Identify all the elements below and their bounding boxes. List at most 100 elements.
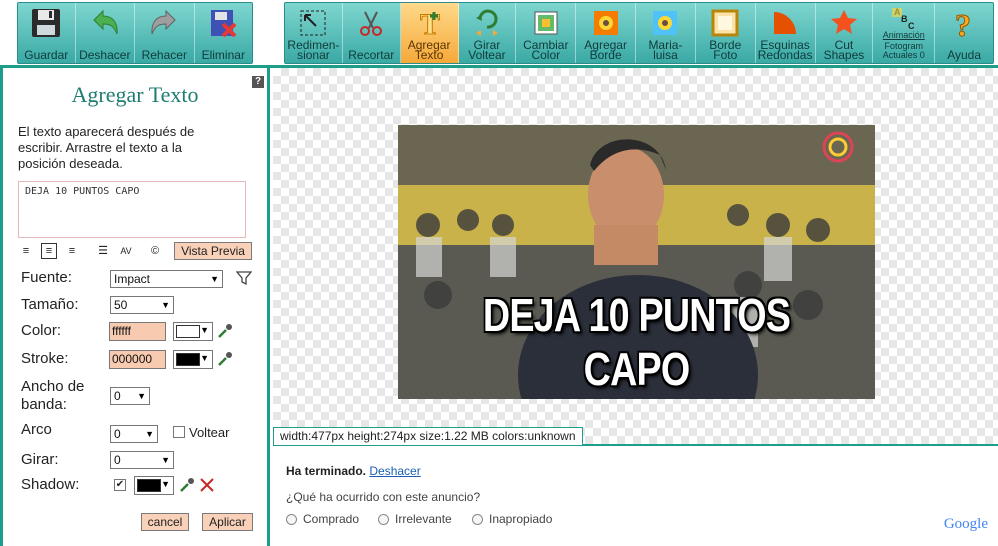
add-border-label: Agregar Borde [584, 38, 627, 62]
apply-button[interactable]: Aplicar [202, 513, 253, 531]
file-toolbar-group: Guardar Deshacer Rehacer Eliminar [17, 2, 253, 64]
panel-description: El texto aparecerá después de escribir. … [18, 124, 195, 171]
crop-tool-button[interactable]: Recortar [343, 3, 401, 63]
ad-option-irrelevant[interactable]: Irrelevante [378, 512, 452, 526]
text-input[interactable]: DEJA 10 PUNTOS CAPO [18, 181, 246, 238]
align-right-icon[interactable]: ≡ [64, 243, 80, 259]
ad-option-label: Irrelevante [395, 512, 452, 526]
cancel-button[interactable]: cancel [141, 513, 189, 531]
add-text-tool-button[interactable]: T Agregar Texto [400, 3, 459, 63]
shadow-checkbox[interactable]: ✔ [114, 479, 126, 491]
text-color-swatch-select[interactable]: ▼ [173, 322, 213, 341]
color-label: Color: [21, 322, 62, 339]
ad-option-label: Inapropiado [489, 512, 553, 526]
eyedropper-icon[interactable] [179, 477, 195, 493]
align-left-icon[interactable]: ≡ [18, 243, 34, 259]
text-color-hex-input[interactable]: ffffff [109, 322, 166, 341]
ad-option-label: Comprado [303, 512, 360, 526]
toolbar: Guardar Deshacer Rehacer Eliminar Redime… [0, 0, 998, 68]
redo-button[interactable]: Rehacer [135, 3, 195, 63]
passepartout-label: Maria- luisa [648, 38, 683, 62]
ad-option-inappropriate[interactable]: Inapropiado [472, 512, 552, 526]
copyright-icon[interactable]: © [147, 243, 163, 259]
svg-text:C: C [908, 21, 915, 30]
color-swatch [176, 353, 200, 366]
animation-abc-icon: A B C [891, 7, 915, 30]
rounded-corners-tool-button[interactable]: Esquinas Redondas [756, 3, 816, 63]
photo-border-tool-button[interactable]: Borde Foto [696, 3, 756, 63]
radio-button[interactable] [286, 513, 297, 525]
band-width-select[interactable]: 0 ▼ [110, 387, 150, 405]
delete-label: Eliminar [201, 48, 245, 62]
tools-toolbar-group: Redimen- sionar Recortar T Agregar Texto [284, 2, 994, 64]
animation-tool-button[interactable]: A B C Animación Fotogram Actuales 0 [873, 3, 936, 63]
delete-file-icon [211, 10, 237, 38]
resize-label: Redimen- sionar [287, 38, 340, 62]
stroke-color-swatch-select[interactable]: ▼ [173, 350, 213, 369]
ad-done-text: Ha terminado. Deshacer [286, 464, 421, 478]
chevron-down-icon: ▼ [137, 391, 146, 401]
redo-arrow-icon [151, 9, 176, 35]
svg-text:?: ? [955, 7, 971, 40]
add-border-tool-button[interactable]: Agregar Borde [576, 3, 637, 63]
color-swatch [176, 325, 200, 338]
eyedropper-icon[interactable] [217, 323, 233, 339]
chevron-down-icon: ▼ [145, 429, 154, 439]
chevron-down-icon: ▼ [200, 353, 209, 363]
color-palette-icon [534, 11, 558, 35]
meme-caption-text[interactable]: DEJA 10 PUNTOS CAPO [441, 288, 832, 396]
help-button[interactable]: ? Ayuda [935, 3, 993, 63]
save-button[interactable]: Guardar [18, 3, 76, 63]
cut-shapes-label: Cut Shapes [823, 38, 865, 62]
filter-funnel-icon[interactable] [236, 270, 252, 286]
google-logo-text: Google [943, 516, 988, 532]
shape-cut-icon [830, 10, 857, 34]
google-logo: Google [944, 516, 988, 533]
passepartout-tool-button[interactable]: Maria- luisa [636, 3, 696, 63]
shadow-color-swatch-select[interactable]: ▼ [134, 476, 174, 495]
image-canvas[interactable]: DEJA 10 PUNTOS CAPO width:477px height:2… [273, 68, 998, 446]
resize-tool-button[interactable]: Redimen- sionar [285, 3, 343, 63]
ad-question: ¿Qué ha ocurrido con este anuncio? [286, 490, 481, 504]
eyedropper-icon[interactable] [217, 351, 233, 367]
question-mark-icon: ? [955, 7, 972, 41]
size-select-value: 50 [114, 298, 128, 312]
chevron-down-icon: ▼ [161, 300, 170, 310]
arc-label: Arco [21, 421, 52, 438]
undo-arrow-icon [93, 9, 118, 35]
letter-spacing-icon[interactable]: AV [118, 243, 134, 259]
tools-icon[interactable] [199, 477, 215, 493]
change-color-tool-button[interactable]: Cambiar Color [516, 3, 577, 63]
font-select[interactable]: Impact ▼ [110, 270, 223, 288]
size-select[interactable]: 50 ▼ [110, 296, 174, 314]
rotate-label: Girar: [21, 451, 59, 468]
font-label: Fuente: [21, 269, 72, 286]
rotate-flip-tool-button[interactable]: Girar Voltear [459, 3, 517, 63]
delete-button[interactable]: Eliminar [195, 3, 253, 63]
ad-option-purchased[interactable]: Comprado [286, 512, 359, 526]
radio-button[interactable] [472, 513, 483, 525]
flip-checkbox[interactable] [173, 426, 185, 438]
chevron-down-icon: ▼ [161, 479, 170, 489]
rotate-icon [475, 9, 498, 36]
add-text-icon: T [420, 8, 441, 41]
band-width-label: Ancho de banda: [21, 378, 85, 413]
rotate-select[interactable]: 0 ▼ [110, 451, 174, 469]
preview-button[interactable]: Vista Previa [174, 242, 252, 260]
cut-shapes-tool-button[interactable]: Cut Shapes [816, 3, 874, 63]
ad-done-label: Ha terminado. [286, 464, 367, 478]
radio-button[interactable] [378, 513, 389, 525]
line-spacing-icon[interactable]: ☰ [95, 243, 111, 259]
rounded-corner-icon [774, 12, 797, 34]
resize-icon [300, 10, 326, 36]
stroke-color-hex-input[interactable]: 000000 [109, 350, 166, 369]
chevron-down-icon: ▼ [161, 455, 170, 465]
undo-button[interactable]: Deshacer [76, 3, 136, 63]
arc-select[interactable]: 0 ▼ [110, 425, 158, 443]
ad-undo-link[interactable]: Deshacer [369, 464, 420, 478]
sunflower-frame-icon [653, 11, 678, 35]
chevron-down-icon: ▼ [210, 274, 219, 284]
align-center-icon[interactable]: ≡ [41, 243, 57, 259]
edited-image[interactable]: DEJA 10 PUNTOS CAPO [398, 125, 875, 399]
svg-text:B: B [901, 14, 908, 24]
